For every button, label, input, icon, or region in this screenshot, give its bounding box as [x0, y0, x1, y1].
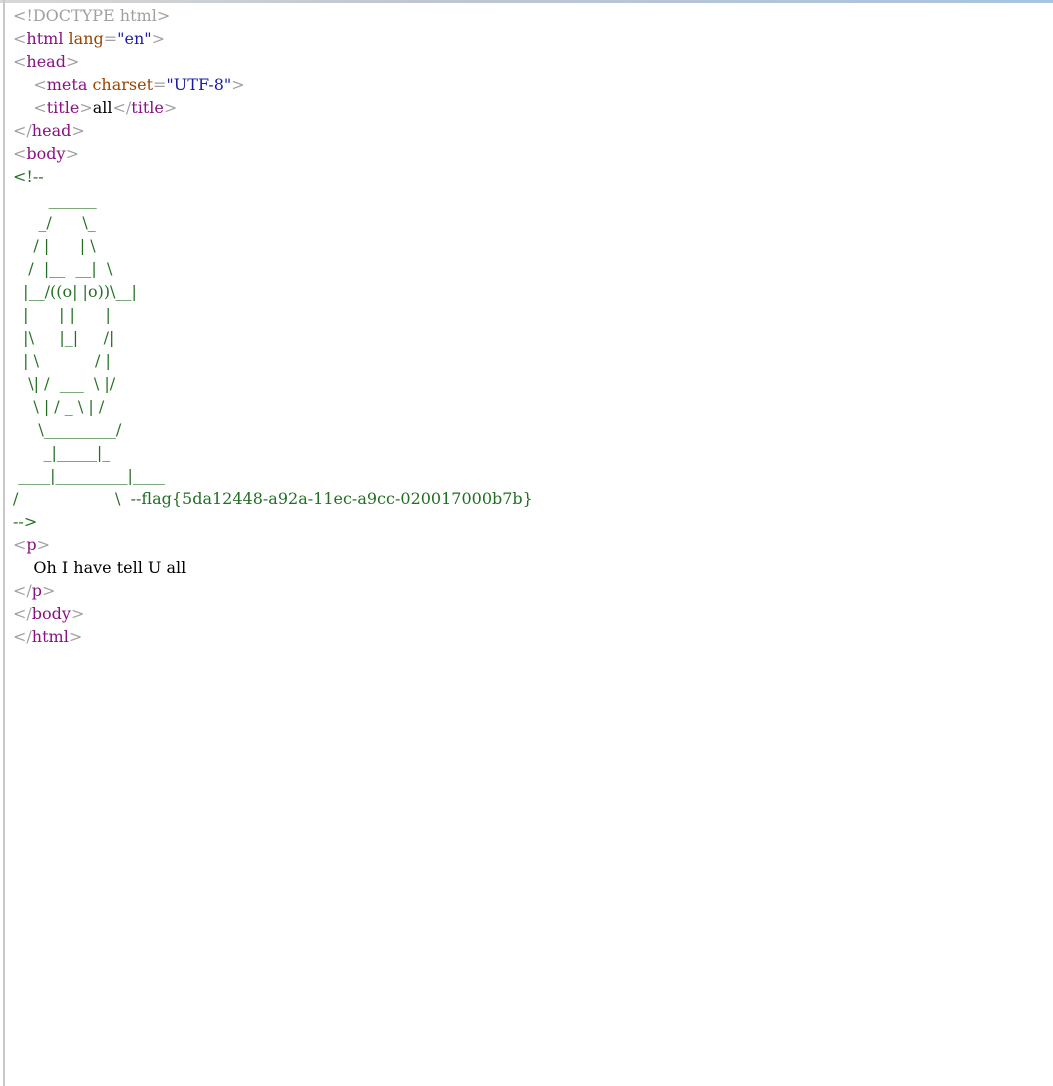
tag-name: head [31, 121, 72, 140]
attribute-name: charset [92, 75, 154, 94]
comment-close-line: --> [13, 512, 38, 531]
attribute-equals: = [153, 75, 167, 94]
tag-bracket: > [36, 535, 51, 554]
tag-bracket: < [13, 52, 27, 71]
tag-bracket: > [42, 581, 56, 600]
ascii-art-line: | | | | [13, 305, 111, 324]
head-close-line: </head> [13, 119, 533, 142]
tag-bracket: </ [13, 604, 32, 623]
tag-name: head [26, 52, 66, 71]
tag-bracket: </ [13, 121, 32, 140]
paragraph-text: Oh I have tell U all [13, 558, 187, 577]
window-left-edge [3, 0, 5, 1086]
attribute-value: "en" [117, 29, 152, 48]
ascii-art-line: ____|_________|____ [13, 466, 165, 485]
tag-bracket: > [68, 627, 83, 646]
page-source-viewer: <!DOCTYPE html> <html lang="en"> <head> <m… [0, 0, 1053, 1086]
tag-bracket: > [79, 98, 93, 117]
html-open-line: <html lang="en"> [13, 27, 533, 50]
tag-name: p [31, 581, 43, 600]
p-open-line: <p> [13, 533, 533, 556]
tag-bracket: > [70, 604, 85, 623]
html-close-line: </html> [13, 625, 533, 648]
tag-bracket: > [65, 144, 79, 163]
ascii-art-line: |\ |_| /| [13, 328, 115, 347]
head-open-line: <head> [13, 50, 533, 73]
attribute-value: "UTF-8" [166, 75, 232, 94]
attribute-equals: = [103, 29, 118, 48]
tag-bracket: </ [13, 627, 32, 646]
tag-name: p [26, 535, 37, 554]
tag-name: body [26, 144, 66, 163]
tag-bracket: < [13, 535, 27, 554]
p-close-line: </p> [13, 579, 533, 602]
source-code: <!DOCTYPE html> <html lang="en"> <head> <m… [13, 4, 533, 648]
ascii-art-line: |__/((o| |o))\__| [13, 282, 137, 301]
ascii-art-line: _/ \_ [13, 213, 96, 232]
tag-bracket: </ [112, 98, 132, 117]
title-line: <title>all</title> [13, 96, 533, 119]
attribute-name: lang [68, 29, 104, 48]
tag-bracket: < [33, 75, 47, 94]
ascii-art-line: \ | / _ \ | / [13, 397, 105, 416]
tag-bracket: > [151, 29, 166, 48]
window-top-edge [0, 0, 1053, 3]
tag-name: html [26, 29, 64, 48]
doctype: <!DOCTYPE html> [13, 6, 171, 25]
tag-bracket: > [71, 121, 85, 140]
tag-bracket: < [13, 29, 27, 48]
body-close-line: </body> [13, 602, 533, 625]
ascii-art-line: / |__ __| \ [13, 259, 113, 278]
ascii-art-line: \_________/ [13, 420, 122, 439]
title-text: all [92, 98, 113, 117]
doctype-line: <!DOCTYPE html> [13, 4, 533, 27]
body-open-line: <body> [13, 142, 533, 165]
meta-line: <meta charset="UTF-8"> [13, 73, 533, 96]
ascii-art-line: | \ / | [13, 351, 111, 370]
flag-comment-line: / \ --flag{5da12448-a92a-11ec-a9cc-02001… [13, 489, 533, 508]
tag-bracket: </ [13, 581, 32, 600]
tag-bracket: < [13, 144, 27, 163]
tag-bracket: > [65, 52, 80, 71]
tag-name: title [46, 98, 80, 117]
tag-bracket: > [163, 98, 178, 117]
tag-bracket: < [33, 98, 47, 117]
ascii-art-line: / | | \ [13, 236, 96, 255]
tag-bracket: > [231, 75, 245, 94]
comment-line: <!-- [13, 167, 44, 186]
tag-name: title [131, 98, 164, 117]
tag-name: html [31, 627, 69, 646]
tag-name: meta [46, 75, 88, 94]
ascii-art-line: ______ [13, 190, 97, 209]
ascii-art-line: _|_____|_ [13, 443, 111, 462]
ascii-art-line: \| / ___ \ |/ [13, 374, 116, 393]
tag-name: body [31, 604, 71, 623]
